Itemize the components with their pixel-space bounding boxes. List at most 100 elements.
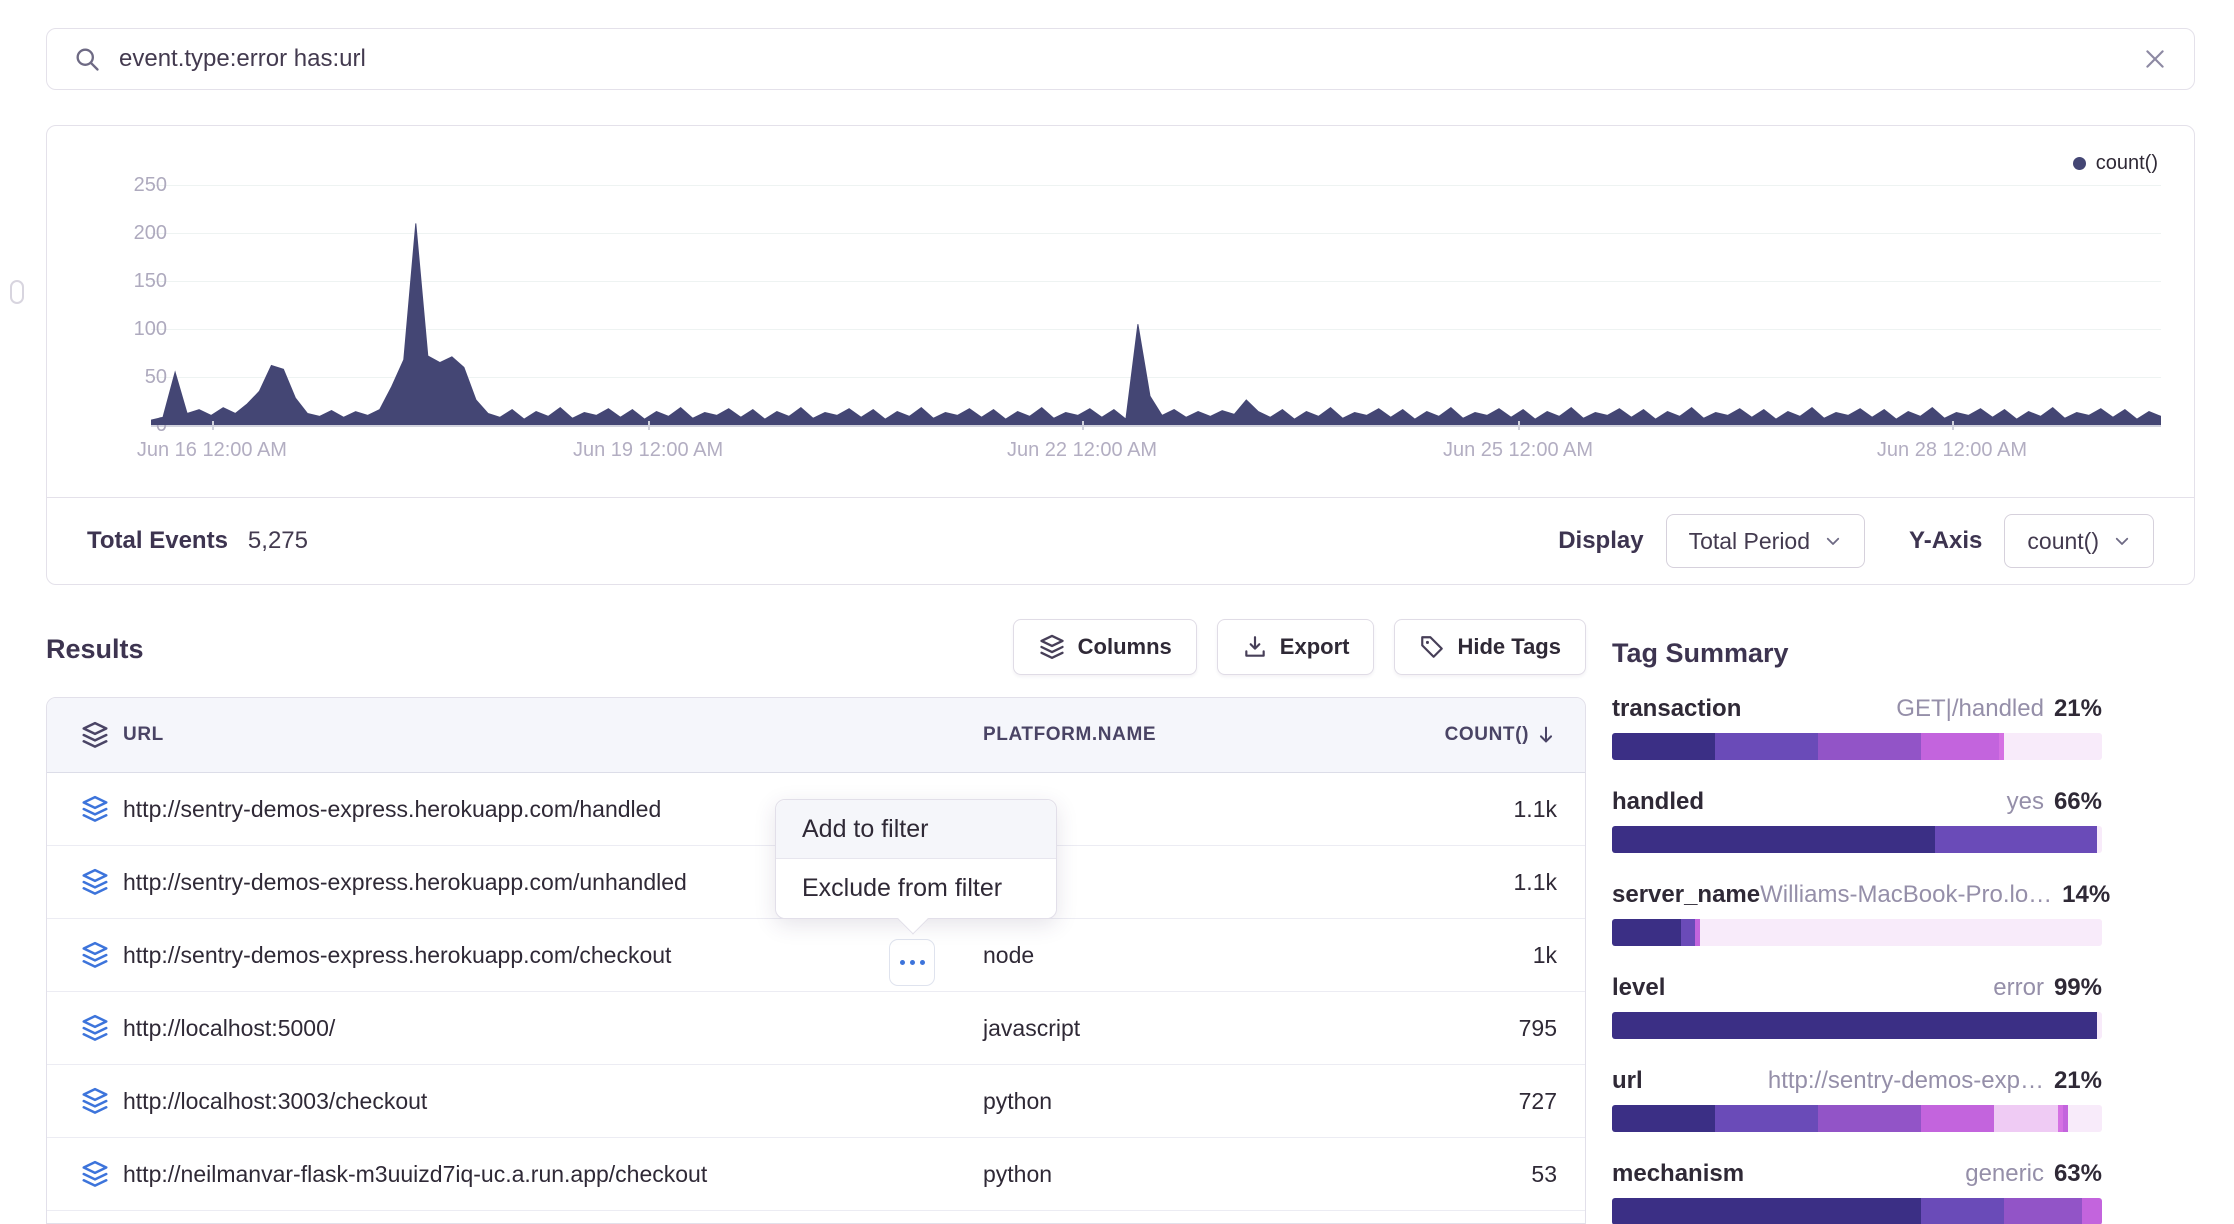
cell-actions-button[interactable] [889, 939, 935, 986]
chevron-down-icon [2113, 532, 2131, 550]
tag-top-value: Williams-MacBook-Pro.lo… [1760, 881, 2052, 909]
x-axis-tick-label: Jun 22 12:00 AM [1007, 439, 1157, 462]
tag-bar-segment [1612, 919, 1681, 946]
x-axis-tick-mark [1082, 421, 1084, 430]
tag-name: mechanism [1612, 1160, 1744, 1188]
url-cell[interactable]: http://neilmanvar-flask-m3uuizd7iq-uc.a.… [123, 1161, 983, 1188]
hide-tags-button[interactable]: Hide Tags [1394, 619, 1586, 675]
total-events-label: Total Events [87, 527, 228, 555]
url-cell[interactable]: http://localhost:3003/checkout [123, 1088, 983, 1115]
tag-percent: 21% [2054, 1067, 2102, 1095]
layers-icon [67, 1086, 123, 1116]
x-axis-tick-mark [212, 421, 214, 430]
x-axis-tick-mark [1952, 421, 1954, 430]
table-header: URL PLATFORM.NAME COUNT() [47, 698, 1585, 773]
sidebar-collapse-handle[interactable] [10, 280, 24, 304]
tag-summary-row: server_nameWilliams-MacBook-Pro.lo…14% [1612, 881, 2102, 946]
tag-top-value: error [1993, 974, 2044, 1002]
tag-summary-row: mechanism generic 63% [1612, 1160, 2102, 1224]
tag-top-value: http://sentry-demos-exp… [1768, 1067, 2044, 1095]
platform-cell[interactable]: python [983, 1161, 1397, 1188]
platform-cell[interactable]: python [983, 1088, 1397, 1115]
table-row[interactable]: http://localhost:3003/checkoutpython727 [47, 1065, 1585, 1138]
sort-desc-icon [1535, 724, 1557, 746]
tag-distribution-bar[interactable] [1612, 1012, 2102, 1039]
download-icon [1242, 634, 1268, 660]
tag-bar-segment [2068, 1105, 2102, 1132]
tag-distribution-bar[interactable] [1612, 826, 2102, 853]
cell-action-menu: Add to filter Exclude from filter [775, 799, 1057, 919]
tag-bar-segment [1681, 919, 1696, 946]
tag-name: transaction [1612, 695, 1741, 723]
tag-bar-segment [1612, 826, 1935, 853]
tag-percent: 66% [2054, 788, 2102, 816]
platform-cell[interactable]: javascript [983, 1015, 1397, 1042]
count-cell[interactable]: 727 [1397, 1088, 1557, 1115]
x-axis-tick-mark [648, 421, 650, 430]
tag-bar-segment [1612, 1105, 1715, 1132]
column-header-count[interactable]: COUNT() [1397, 724, 1557, 746]
url-cell[interactable]: http://sentry-demos-express.herokuapp.co… [123, 942, 983, 969]
tag-distribution-bar[interactable] [1612, 919, 2102, 946]
tag-distribution-bar[interactable] [1612, 1198, 2102, 1224]
tag-bar-segment [1612, 1012, 2097, 1039]
chart-footer: Total Events 5,275 Display Total Period … [47, 497, 2194, 584]
tag-bar-segment [1818, 1105, 1921, 1132]
count-cell[interactable]: 1.1k [1397, 869, 1557, 896]
layers-icon [67, 1013, 123, 1043]
chevron-down-icon [1824, 532, 1842, 550]
x-axis-tick-label: Jun 25 12:00 AM [1443, 439, 1593, 462]
tag-percent: 21% [2054, 695, 2102, 723]
yaxis-dropdown[interactable]: count() [2004, 514, 2154, 568]
tag-name: handled [1612, 788, 1704, 816]
tag-icon [1419, 634, 1445, 660]
tag-percent: 63% [2054, 1160, 2102, 1188]
tag-name: server_name [1612, 881, 1760, 909]
table-row[interactable]: http://neilmanvar-flask-m3uuizd7iq-uc.a.… [47, 1138, 1585, 1211]
tag-summary-list: transactionGET|/handled21%handledyes66%s… [1612, 695, 2102, 1224]
url-cell[interactable]: http://localhost:5000/ [123, 1015, 983, 1042]
layers-icon [67, 794, 123, 824]
count-cell[interactable]: 795 [1397, 1015, 1557, 1042]
export-button-label: Export [1280, 634, 1350, 660]
x-axis-tick-label: Jun 16 12:00 AM [137, 439, 287, 462]
platform-cell[interactable]: node [983, 942, 1397, 969]
table-row[interactable]: http://localhost:5000/javascript795 [47, 992, 1585, 1065]
menu-item-add-to-filter[interactable]: Add to filter [776, 800, 1056, 859]
display-dropdown[interactable]: Total Period [1666, 514, 1865, 568]
hide-tags-button-label: Hide Tags [1457, 634, 1561, 660]
tag-distribution-bar[interactable] [1612, 1105, 2102, 1132]
x-axis-ticks: Jun 16 12:00 AMJun 19 12:00 AMJun 22 12:… [151, 425, 2161, 471]
tag-summary-row: levelerror99% [1612, 974, 2102, 1039]
chart-legend[interactable]: count() [2073, 152, 2158, 175]
yaxis-dropdown-value: count() [2027, 528, 2099, 555]
tag-summary-row: transaction GET|/handled 21% [1612, 695, 2102, 760]
tag-summary-title: Tag Summary [1612, 638, 2102, 669]
table-row[interactable]: http://sentry-demos-express.herokuapp.co… [47, 919, 1585, 992]
yaxis-label: Y-Axis [1909, 527, 1982, 555]
layers-icon [67, 720, 123, 750]
tag-top-value: generic [1965, 1160, 2044, 1188]
count-cell[interactable]: 1k [1397, 942, 1557, 969]
count-cell[interactable]: 53 [1397, 1161, 1557, 1188]
tag-bar-segment [1700, 919, 2102, 946]
count-cell[interactable]: 1.1k [1397, 796, 1557, 823]
tag-top-value: GET|/handled [1896, 695, 2044, 723]
events-area-chart[interactable] [151, 155, 2161, 425]
column-header-url[interactable]: URL [123, 724, 983, 746]
total-events-value: 5,275 [248, 527, 308, 555]
clear-search-icon[interactable] [2142, 46, 2168, 72]
search-input[interactable] [119, 45, 2124, 73]
tag-distribution-bar[interactable] [1612, 733, 2102, 760]
tag-bar-segment [2082, 1198, 2102, 1224]
chart-area-path [151, 223, 2161, 425]
export-button[interactable]: Export [1217, 619, 1375, 675]
column-header-platform[interactable]: PLATFORM.NAME [983, 724, 1397, 746]
tag-bar-segment [2097, 826, 2102, 853]
tag-bar-segment [1994, 1105, 2058, 1132]
tag-percent: 99% [2054, 974, 2102, 1002]
layers-icon [67, 867, 123, 897]
x-axis-tick-mark [1518, 421, 1520, 430]
columns-button[interactable]: Columns [1013, 619, 1197, 675]
display-label: Display [1558, 527, 1643, 555]
